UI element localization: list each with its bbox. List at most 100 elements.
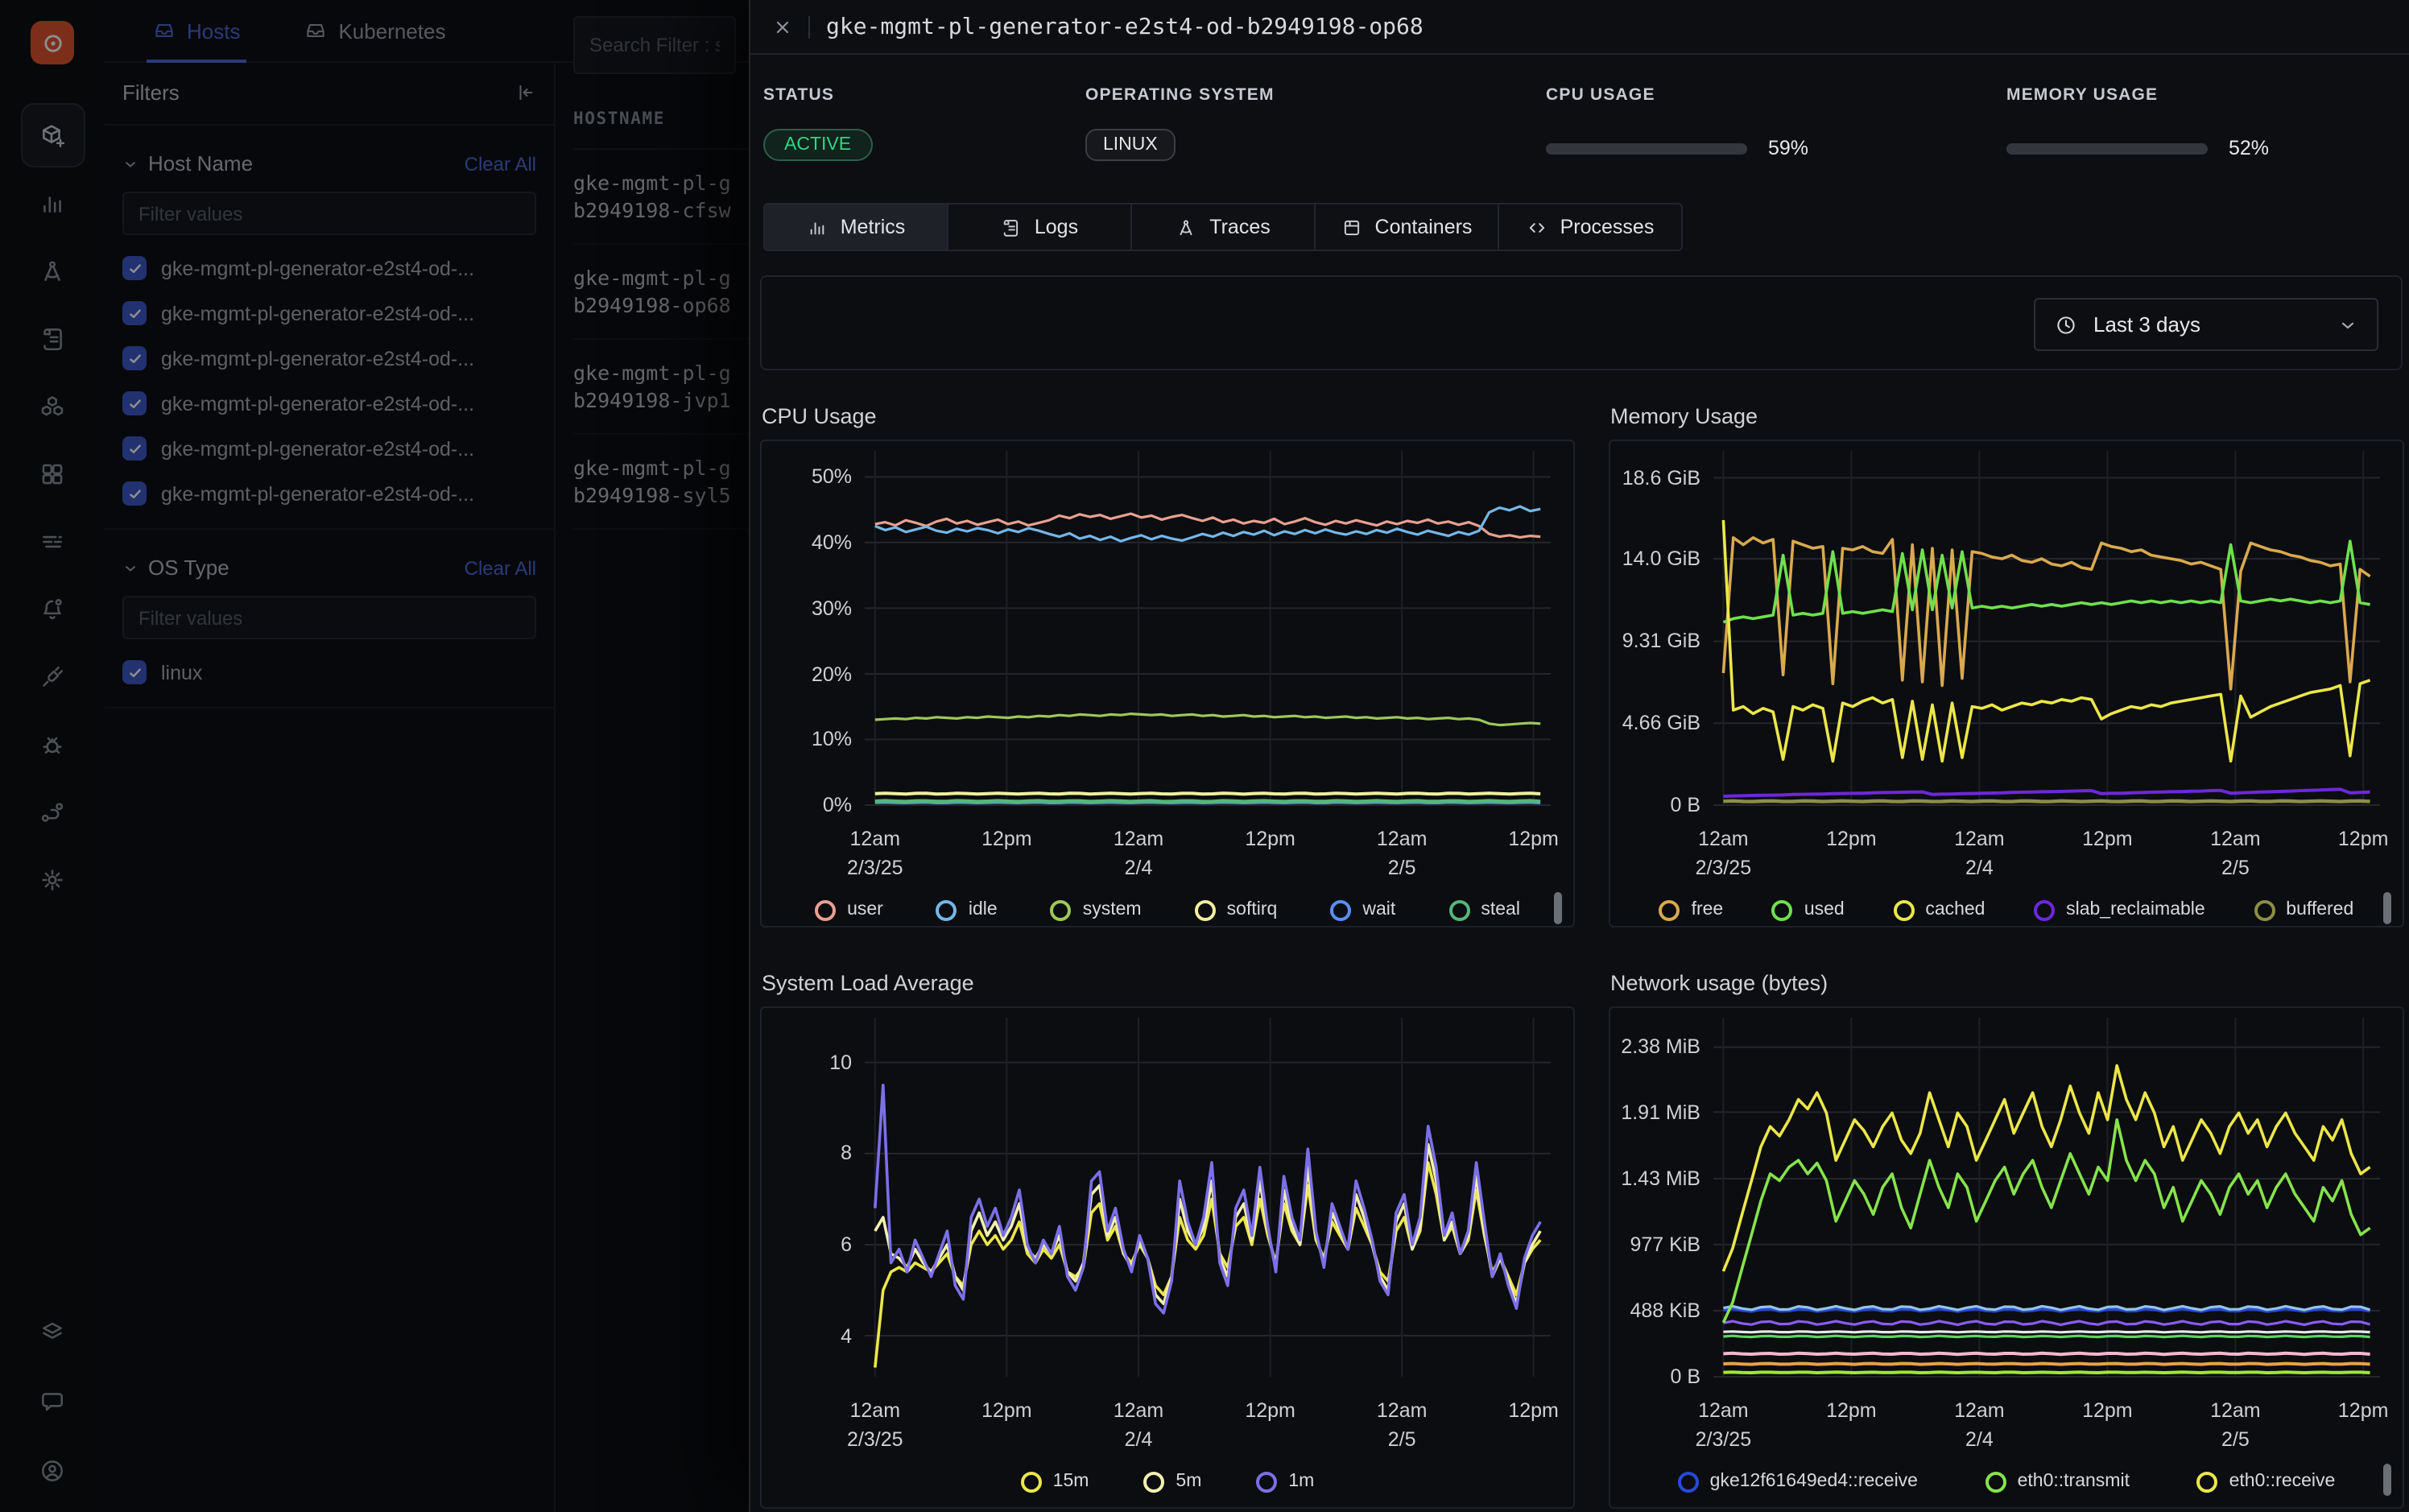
memory-usage-chart[interactable]: 0 B4.66 GiB9.31 GiB14.0 GiB18.6 GiB12am2…	[1609, 440, 2404, 927]
y-tick-label: 0 B	[1610, 794, 1700, 816]
y-tick-label: 488 KiB	[1610, 1299, 1700, 1322]
drawer-tab-logs[interactable]: Logs	[947, 203, 1132, 251]
info-block: OPERATING SYSTEMLINUX	[1085, 85, 1275, 161]
legend-item-system[interactable]: system	[1051, 899, 1142, 920]
x-tick-label: 12pm	[2056, 1396, 2159, 1425]
legend-item-wait[interactable]: wait	[1330, 899, 1395, 920]
legend-label: used	[1804, 900, 1845, 919]
y-tick-label: 2.38 MiB	[1610, 1036, 1700, 1059]
time-range-label: Last 3 days	[2093, 312, 2200, 337]
drawer-tab-label: Traces	[1209, 216, 1271, 238]
x-tick-label: 12pm	[955, 824, 1058, 853]
y-tick-label: 1.91 MiB	[1610, 1101, 1700, 1123]
x-tick-label: 12am2/5	[2184, 1396, 2287, 1455]
drawer-tab-metrics[interactable]: Metrics	[763, 203, 948, 251]
traces-icon	[1176, 217, 1196, 238]
x-tick-label: 12pm	[955, 1396, 1058, 1425]
metrics-toolbar: Last 3 days	[760, 275, 2403, 370]
time-range-select[interactable]: Last 3 days	[2034, 298, 2378, 351]
charts-grid: CPU Usage 0%10%20%30%40%50%12am2/3/2512p…	[760, 404, 2403, 1509]
legend-label: 5m	[1176, 1472, 1201, 1491]
legend-item-cached[interactable]: cached	[1893, 899, 1985, 920]
system-load-chart[interactable]: 4681012am2/3/2512pm12am2/412pm12am2/512p…	[760, 1006, 1575, 1509]
cpu-usage-chart[interactable]: 0%10%20%30%40%50%12am2/3/2512pm12am2/412…	[760, 440, 1575, 927]
legend-label: 15m	[1053, 1472, 1089, 1491]
chart-title: Network usage (bytes)	[1610, 971, 2404, 995]
y-tick-label: 50%	[762, 465, 852, 488]
y-tick-label: 8	[762, 1142, 852, 1165]
x-tick-label: 12pm	[2312, 1396, 2404, 1425]
legend-label: wait	[1362, 900, 1395, 919]
info-label: STATUS	[763, 85, 872, 105]
x-tick-label: 12pm	[2056, 824, 2159, 853]
legend-item-eth0::receive[interactable]: eth0::receive	[2197, 1471, 2336, 1492]
legend-item-15m[interactable]: 15m	[1021, 1471, 1089, 1492]
x-tick-label: 12am2/5	[1350, 824, 1453, 883]
x-tick-label: 12am2/4	[1087, 824, 1190, 883]
legend-scrollbar[interactable]	[2383, 892, 2391, 924]
containers-icon	[1341, 217, 1362, 238]
legend-item-slab_reclaimable[interactable]: slab_reclaimable	[2034, 899, 2205, 920]
x-tick-label: 12pm	[1219, 1396, 1322, 1425]
close-icon[interactable]	[773, 17, 792, 36]
chart-title: Memory Usage	[1610, 404, 2404, 428]
legend-label: slab_reclaimable	[2066, 900, 2205, 919]
usage-percent: 59%	[1768, 137, 1808, 159]
legend-item-eth0::transmit[interactable]: eth0::transmit	[1985, 1471, 2130, 1492]
x-tick-label: 12am2/4	[1087, 1396, 1190, 1455]
legend-item-gke12f61649ed4::receive[interactable]: gke12f61649ed4::receive	[1678, 1471, 1918, 1492]
x-tick-label: 12am2/3/25	[824, 824, 927, 883]
drawer-tab-containers[interactable]: Containers	[1314, 203, 1499, 251]
logs-icon	[1001, 217, 1022, 238]
y-tick-label: 10%	[762, 728, 852, 750]
app-root: Hosts Kubernetes Filters Host Name Clear…	[0, 0, 2409, 1512]
network-usage-chart[interactable]: 0 B488 KiB977 KiB1.43 MiB1.91 MiB2.38 Mi…	[1609, 1006, 2404, 1509]
y-tick-label: 4.66 GiB	[1610, 712, 1700, 734]
status-badge: ACTIVE	[763, 129, 872, 161]
legend-label: eth0::transmit	[2018, 1472, 2130, 1491]
y-tick-label: 6	[762, 1233, 852, 1256]
x-tick-label: 12am2/3/25	[1671, 1396, 1775, 1455]
x-tick-label: 12pm	[2312, 824, 2404, 853]
x-tick-label: 12pm	[1482, 824, 1575, 853]
legend-label: softirq	[1227, 900, 1278, 919]
legend-item-1m[interactable]: 1m	[1256, 1471, 1314, 1492]
info-label: CPU USAGE	[1546, 85, 1808, 105]
legend-item-steal[interactable]: steal	[1448, 899, 1520, 920]
legend-item-user[interactable]: user	[815, 899, 883, 920]
x-tick-label: 12am2/3/25	[824, 1396, 927, 1455]
chart-title: System Load Average	[762, 971, 1575, 995]
legend-item-free[interactable]: free	[1659, 899, 1724, 920]
legend-item-5m[interactable]: 5m	[1143, 1471, 1201, 1492]
legend-scrollbar[interactable]	[2383, 1464, 2391, 1496]
y-tick-label: 977 KiB	[1610, 1233, 1700, 1256]
host-detail-drawer: gke-mgmt-pl-generator-e2st4-od-b2949198-…	[749, 0, 2409, 1512]
processes-icon	[1527, 217, 1547, 238]
drawer-backdrop[interactable]	[0, 0, 749, 1512]
drawer-tab-traces[interactable]: Traces	[1130, 203, 1316, 251]
x-tick-label: 12am2/3/25	[1671, 824, 1775, 883]
memory-usage-card: Memory Usage 0 B4.66 GiB9.31 GiB14.0 GiB…	[1609, 404, 2404, 927]
y-tick-label: 4	[762, 1324, 852, 1347]
y-tick-label: 10	[762, 1051, 852, 1074]
y-tick-label: 14.0 GiB	[1610, 547, 1700, 570]
legend-label: steal	[1481, 900, 1520, 919]
legend-item-used[interactable]: used	[1772, 899, 1845, 920]
legend-item-softirq[interactable]: softirq	[1195, 899, 1278, 920]
legend-item-idle[interactable]: idle	[936, 899, 998, 920]
legend-item-buffered[interactable]: buffered	[2254, 899, 2353, 920]
usage-percent: 52%	[2229, 137, 2269, 159]
system-load-card: System Load Average 4 6 8 10 12am2/3/25 12pm 1…	[760, 971, 1575, 1509]
status-badge: LINUX	[1085, 129, 1176, 161]
info-block: CPU USAGE 59%	[1546, 85, 1808, 159]
x-tick-label: 12pm	[1800, 1396, 1903, 1425]
metrics-icon	[807, 217, 828, 238]
network-usage-card: Network usage (bytes) 0 B488 KiB977 KiB1…	[1609, 971, 2404, 1509]
legend-label: gke12f61649ed4::receive	[1710, 1472, 1918, 1491]
drawer-tab-processes[interactable]: Processes	[1498, 203, 1683, 251]
legend-scrollbar[interactable]	[1554, 892, 1562, 924]
y-tick-label: 20%	[762, 663, 852, 685]
usage-progress-bar	[2006, 143, 2208, 154]
x-tick-label: 12pm	[1219, 824, 1322, 853]
host-info-row: STATUS ACTIVE OPERATING SYSTEMLINUX CPU U…	[750, 53, 2409, 203]
